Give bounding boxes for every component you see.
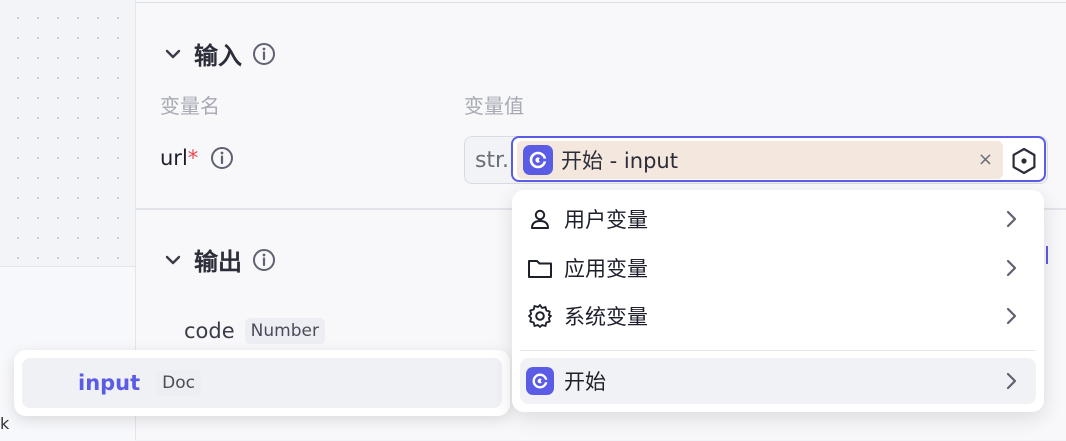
- chevron-right-icon: [1006, 307, 1017, 325]
- clear-variable-button[interactable]: ×: [978, 149, 993, 170]
- folder-icon: [526, 254, 554, 282]
- output-field-name: code: [184, 319, 235, 343]
- param-name: url: [160, 146, 188, 170]
- input-section-title: 输入: [194, 42, 242, 70]
- param-label-url: url *: [160, 146, 234, 170]
- menu-item-start-node[interactable]: 开始: [520, 358, 1036, 404]
- output-field-type: Number: [244, 318, 325, 344]
- variable-chip[interactable]: 开始 - input ×: [517, 141, 1003, 179]
- info-icon[interactable]: [252, 248, 276, 272]
- menu-item-system-variables[interactable]: 系统变量: [520, 293, 1036, 339]
- menu-item-label: 开始: [564, 370, 606, 394]
- start-node-icon: [526, 367, 554, 395]
- floating-variable-name: input: [78, 371, 141, 395]
- column-header-value: 变量值: [464, 94, 524, 118]
- floating-variable-type: Doc: [156, 370, 202, 396]
- variable-picker-icon[interactable]: [1009, 146, 1039, 176]
- floating-variable-inner[interactable]: input Doc: [22, 358, 502, 408]
- chevron-down-icon[interactable]: [162, 43, 184, 65]
- chevron-right-icon: [1006, 210, 1017, 228]
- chevron-down-icon[interactable]: [162, 249, 184, 271]
- canvas-edge-text: k: [0, 414, 10, 433]
- output-section-title: 输出: [194, 248, 242, 276]
- menu-item-label: 系统变量: [564, 305, 648, 329]
- required-mark: *: [187, 146, 199, 170]
- menu-item-label: 应用变量: [564, 257, 648, 281]
- start-node-icon: [523, 145, 553, 175]
- variable-picker-menu: 用户变量 应用变量 系统变量 开始: [512, 190, 1044, 412]
- panel-top-divider: [136, 2, 1066, 3]
- menu-item-app-variables[interactable]: 应用变量: [520, 245, 1036, 291]
- column-header-name: 变量名: [160, 94, 220, 118]
- menu-divider: [520, 350, 1036, 351]
- variable-chip-label: 开始 - input: [561, 149, 678, 173]
- gear-icon: [526, 302, 554, 330]
- input-section-header[interactable]: 输入: [162, 36, 276, 71]
- menu-item-label: 用户变量: [564, 208, 648, 232]
- output-field-row: code Number: [184, 318, 325, 344]
- chevron-right-icon: [1006, 372, 1017, 390]
- user-icon: [526, 205, 554, 233]
- output-section-header[interactable]: 输出: [162, 242, 276, 277]
- menu-item-user-variables[interactable]: 用户变量: [520, 196, 1036, 242]
- type-tag-str[interactable]: str.: [470, 141, 514, 179]
- floating-variable-item[interactable]: input Doc: [14, 350, 510, 416]
- info-icon[interactable]: [210, 146, 234, 170]
- chevron-right-icon: [1006, 259, 1017, 277]
- info-icon[interactable]: [252, 42, 276, 66]
